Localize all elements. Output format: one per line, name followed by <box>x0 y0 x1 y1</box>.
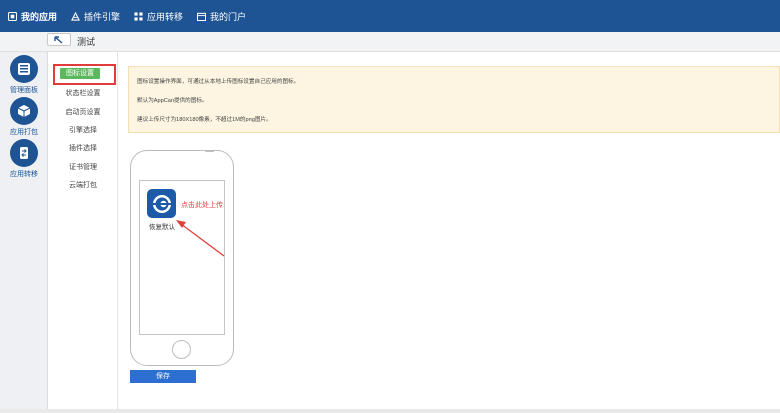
upload-hint[interactable]: 点击此处上传 <box>181 200 223 210</box>
nav-app-transfer[interactable]: 应用转移 <box>134 10 183 23</box>
notice-line: 默认为AppCan提供的图标。 <box>137 98 208 104</box>
page-title: 测试 <box>77 37 96 47</box>
save-button[interactable]: 保存 <box>130 370 196 383</box>
nav-plugin-engine[interactable]: 插件引擎 <box>71 10 120 23</box>
rail-item-package[interactable]: 应用打包 <box>0 97 48 137</box>
portal-icon <box>197 12 207 21</box>
rail-label: 管理面板 <box>10 87 38 94</box>
submenu-cloud-build[interactable]: 云端打包 <box>48 180 118 190</box>
back-button[interactable] <box>47 33 71 46</box>
submenu-splash[interactable]: 启动页设置 <box>48 107 118 117</box>
submenu-engine[interactable]: 引擎选择 <box>48 125 118 135</box>
package-icon <box>10 97 38 125</box>
restore-default-link[interactable]: 恢复默认 <box>140 221 184 231</box>
rail-item-transfer[interactable]: 应用转移 <box>0 139 48 179</box>
back-arrow-icon <box>54 35 63 44</box>
submenu-icon-settings[interactable]: 图标设置 <box>60 68 100 79</box>
sub-header <box>0 32 780 52</box>
submenu-statusbar[interactable]: 状态栏设置 <box>48 88 118 98</box>
nav-label: 应用转移 <box>147 11 184 22</box>
appcan-logo-icon[interactable] <box>147 189 176 218</box>
nav-my-apps[interactable]: 我的应用 <box>8 10 57 23</box>
top-nav: 我的应用 插件引擎 应用转移 我的门户 <box>0 0 780 32</box>
rail-item-dashboard[interactable]: 管理面板 <box>0 55 48 95</box>
transfer-icon <box>10 139 38 167</box>
settings-submenu: 状态栏设置 启动页设置 引擎选择 插件选择 证书管理 云端打包 <box>48 52 118 413</box>
window-bottom-edge <box>0 409 780 413</box>
nav-label: 插件引擎 <box>84 11 121 22</box>
phone-home-button <box>172 340 191 359</box>
nav-label: 我的应用 <box>21 11 58 22</box>
phone-speaker <box>205 150 214 152</box>
submenu-certificate[interactable]: 证书管理 <box>48 162 118 172</box>
notice-line: 图标设置操作界面，可通过从本地上传图标设置自己应用的图标。 <box>137 79 300 85</box>
submenu-plugin[interactable]: 插件选择 <box>48 143 118 153</box>
left-rail: 管理面板 应用打包 应用转移 <box>0 52 48 413</box>
grid-icon <box>134 11 143 21</box>
plugin-icon <box>71 11 80 21</box>
notice-line: 建议上传尺寸为180X180像素，不超过1M的png图片。 <box>137 117 272 123</box>
rail-label: 应用打包 <box>10 129 38 136</box>
app-square-icon <box>8 11 17 21</box>
nav-my-portal[interactable]: 我的门户 <box>197 10 246 23</box>
info-notice: 图标设置操作界面，可通过从本地上传图标设置自己应用的图标。 默认为AppCan提… <box>128 66 780 133</box>
nav-label: 我的门户 <box>210 11 247 22</box>
dashboard-icon <box>10 55 38 83</box>
rail-label: 应用转移 <box>10 171 38 178</box>
